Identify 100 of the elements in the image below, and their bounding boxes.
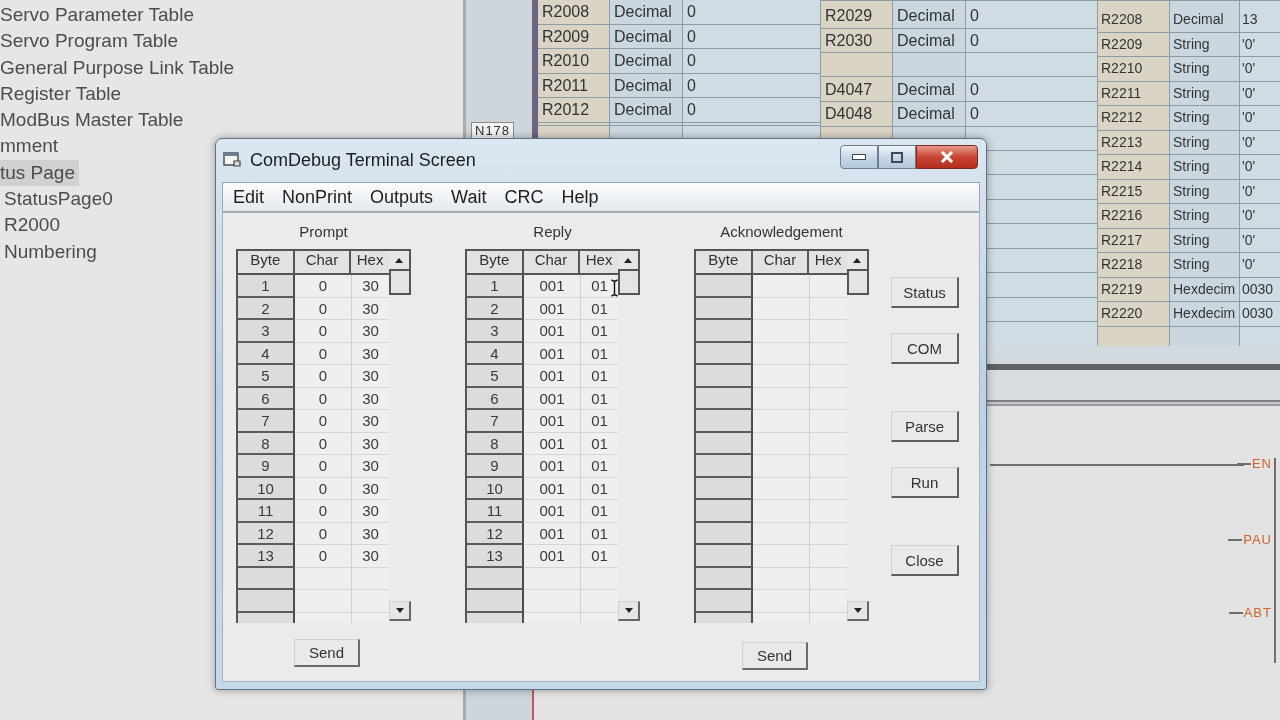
- grid-label: Prompt: [299, 222, 348, 240]
- grid-cell: 001: [524, 545, 581, 568]
- tree-item[interactable]: Servo Parameter Table: [0, 2, 198, 29]
- grid-cell: 001: [524, 297, 581, 320]
- grid-cell: 30: [352, 275, 389, 298]
- grid-cell: 01: [581, 342, 618, 365]
- column-header[interactable]: Hex: [809, 251, 847, 273]
- scroll-thumb[interactable]: [618, 271, 640, 295]
- column-header[interactable]: Hex: [580, 251, 618, 273]
- tree-item[interactable]: StatusPage0: [4, 186, 117, 213]
- pin-label: EN: [1250, 456, 1272, 472]
- scroll-up-button[interactable]: [618, 249, 640, 271]
- tree-item[interactable]: General Purpose Link Table: [0, 54, 239, 81]
- column-header[interactable]: Char: [523, 251, 581, 273]
- tree-item[interactable]: ModBus Master Table: [0, 107, 188, 134]
- scroll-down-button[interactable]: [847, 601, 869, 621]
- column-header[interactable]: Hex: [351, 251, 389, 273]
- maximize-icon: [891, 151, 903, 163]
- pin-label: ABT: [1242, 605, 1272, 621]
- up-arrow-icon: [624, 257, 632, 263]
- grid-cell: 01: [581, 455, 618, 478]
- grid-cell: 01: [581, 410, 618, 433]
- row-header: 2: [467, 297, 524, 320]
- grid-cell: 001: [524, 522, 581, 545]
- grid-cell: 30: [352, 320, 389, 343]
- column-header[interactable]: Byte: [467, 251, 524, 273]
- tree-item[interactable]: Servo Program Table: [0, 28, 183, 55]
- scroll-down-button[interactable]: [389, 601, 411, 621]
- tree-item[interactable]: mment: [0, 133, 63, 160]
- minimize-button[interactable]: [840, 145, 878, 169]
- table-cell: 0: [683, 49, 821, 74]
- grid-cell: 0: [295, 455, 352, 478]
- row-header: 4: [238, 342, 295, 365]
- row-header: 6: [238, 387, 295, 410]
- grid-cell: 0: [295, 410, 352, 433]
- menu-item[interactable]: Help: [552, 185, 608, 209]
- column-header[interactable]: Char: [294, 251, 352, 273]
- grid-cell: 001: [524, 432, 581, 455]
- row-header: 8: [238, 432, 295, 455]
- grid-cell: 0: [295, 522, 352, 545]
- row-header: 11: [467, 500, 524, 523]
- tree-item[interactable]: R2000: [4, 212, 64, 239]
- menu-item[interactable]: Wait: [442, 185, 496, 209]
- dialog-button[interactable]: COM: [891, 333, 959, 364]
- grid-cell: 001: [524, 365, 581, 388]
- grid-cell: 30: [352, 500, 389, 523]
- tree-item[interactable]: Register Table: [0, 80, 126, 108]
- dialog-button[interactable]: Parse: [891, 411, 959, 442]
- dialog-button[interactable]: Run: [891, 467, 959, 498]
- row-header: 7: [238, 410, 295, 433]
- table-cell: 0: [683, 24, 821, 49]
- row-header: 13: [467, 545, 524, 568]
- grid-cell: 001: [524, 275, 581, 298]
- menu-item[interactable]: Edit: [224, 185, 274, 209]
- grid-label: Acknowledgement: [720, 222, 843, 240]
- row-header: 13: [238, 545, 295, 568]
- dialog-button[interactable]: Status: [891, 277, 959, 308]
- maximize-button[interactable]: [878, 145, 916, 169]
- grid-cell: 01: [581, 275, 618, 298]
- pin-label: PAU: [1242, 532, 1272, 548]
- grid-cell: 001: [524, 455, 581, 478]
- scroll-up-button[interactable]: [847, 249, 869, 271]
- scroll-down-button[interactable]: [618, 601, 640, 621]
- table-cell: R2011: [538, 73, 610, 98]
- dialog-button[interactable]: Close: [891, 545, 959, 576]
- row-header: 7: [467, 410, 524, 433]
- table-cell: 0: [683, 0, 821, 25]
- grid-label: Reply: [533, 222, 572, 240]
- menu-item[interactable]: Outputs: [361, 185, 443, 209]
- row-header: 3: [238, 320, 295, 343]
- column-header[interactable]: Byte: [696, 251, 753, 273]
- grid-cell: 01: [581, 365, 618, 388]
- grid-cell: 01: [581, 387, 618, 410]
- grid-cell: 001: [524, 387, 581, 410]
- grid-cell: 01: [581, 500, 618, 523]
- grid-cell: 01: [581, 522, 618, 545]
- scroll-up-button[interactable]: [389, 249, 411, 271]
- menu-item[interactable]: CRC: [495, 185, 553, 209]
- up-arrow-icon: [853, 257, 861, 263]
- minimize-icon: [852, 154, 866, 160]
- grid-cell: 0: [295, 545, 352, 568]
- row-header: 12: [238, 522, 295, 545]
- scroll-thumb[interactable]: [847, 271, 869, 295]
- send-button[interactable]: Send: [294, 639, 360, 667]
- close-button[interactable]: [916, 145, 978, 169]
- table-cell: R2008: [538, 0, 610, 25]
- tree-item[interactable]: Numbering: [4, 238, 101, 265]
- grid-cell: 30: [352, 365, 389, 388]
- column-header[interactable]: Byte: [238, 251, 295, 273]
- menu-item[interactable]: NonPrint: [273, 185, 362, 209]
- row-header: 9: [238, 455, 295, 478]
- up-arrow-icon: [395, 257, 403, 263]
- grid-cell: 30: [352, 410, 389, 433]
- scroll-thumb[interactable]: [389, 271, 411, 295]
- send-button[interactable]: Send: [742, 642, 808, 670]
- tree-item[interactable]: tus Page: [0, 159, 79, 187]
- column-header[interactable]: Char: [752, 251, 810, 273]
- row-header: 3: [467, 320, 524, 343]
- grid-cell: 01: [581, 297, 618, 320]
- grid-cell: 30: [352, 477, 389, 500]
